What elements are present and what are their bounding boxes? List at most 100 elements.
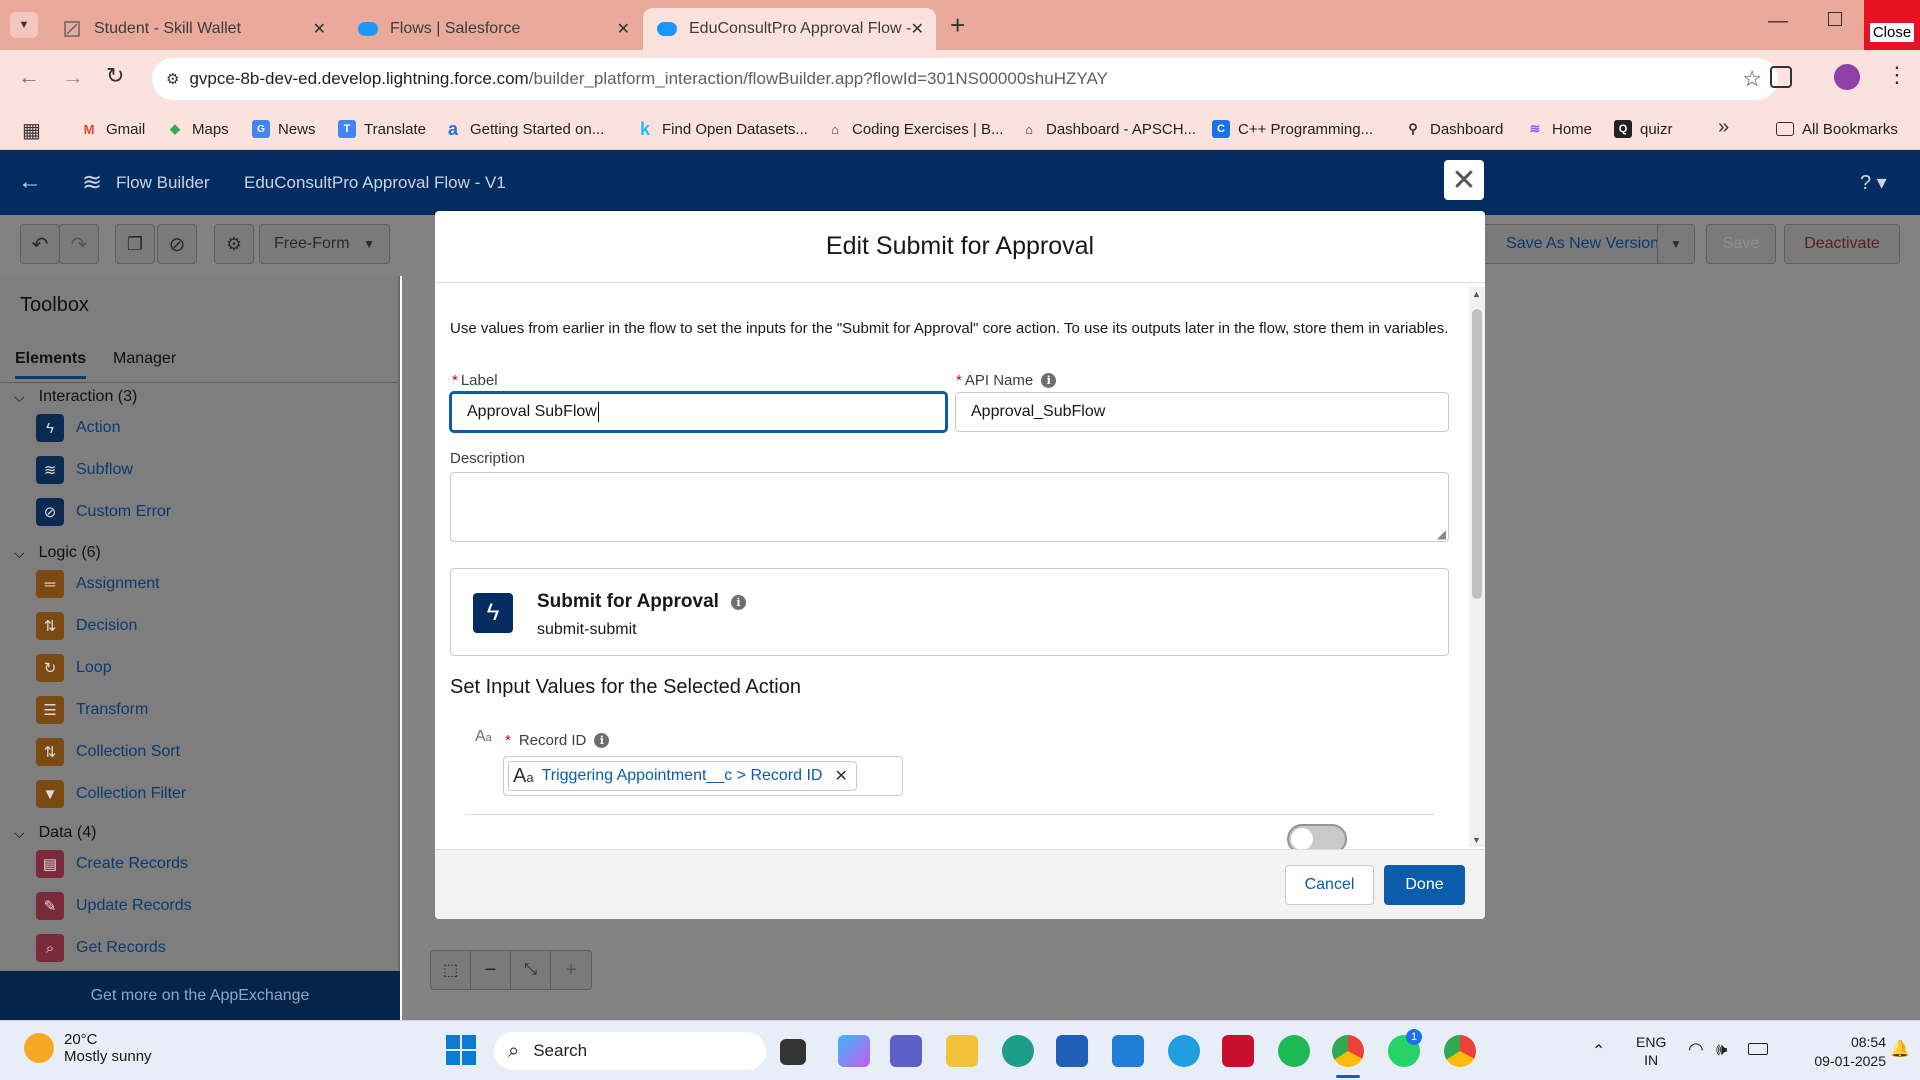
element-assignment[interactable]: ═ Assignment: [36, 570, 160, 598]
address-bar[interactable]: ⚙ gvpce-8b-dev-ed.develop.lightning.forc…: [152, 58, 1778, 100]
more-bookmarks-icon[interactable]: »: [1718, 116, 1729, 139]
copy-icon[interactable]: ❐: [115, 224, 155, 264]
element-action[interactable]: ϟ Action: [36, 414, 120, 442]
bookmark-datasets[interactable]: k Find Open Datasets...: [636, 116, 808, 142]
profile-avatar[interactable]: [1834, 64, 1860, 90]
scrollbar-thumb[interactable]: [1472, 309, 1482, 599]
tab-search-icon[interactable]: ▼: [10, 12, 38, 38]
api-name-input[interactable]: Approval_SubFlow: [955, 392, 1449, 432]
forward-icon[interactable]: →: [62, 64, 84, 90]
element-collection-filter[interactable]: ▼ Collection Filter: [36, 780, 186, 808]
scroll-up-icon[interactable]: ▲: [1472, 289, 1481, 299]
all-bookmarks[interactable]: All Bookmarks: [1776, 116, 1898, 142]
close-tab-icon[interactable]: ✕: [313, 19, 326, 39]
teams-icon[interactable]: [890, 1035, 922, 1067]
tab-elements[interactable]: Elements: [15, 350, 87, 379]
bookmark-coding[interactable]: ⌂ Coding Exercises | B...: [826, 116, 1003, 142]
edge-icon[interactable]: [1002, 1035, 1034, 1067]
info-icon[interactable]: i: [730, 594, 746, 610]
modal-scrollbar[interactable]: ▲ ▼: [1469, 287, 1485, 847]
info-icon[interactable]: i: [594, 733, 610, 748]
info-icon[interactable]: i: [1041, 373, 1057, 388]
tab-flows-salesforce[interactable]: Flows | Salesforce ✕: [344, 8, 642, 50]
chrome-icon[interactable]: [1332, 1035, 1364, 1067]
minimize-icon[interactable]: —: [1768, 10, 1788, 33]
volume-icon[interactable]: 🕪: [1716, 1039, 1727, 1060]
start-windows-icon[interactable]: [446, 1035, 476, 1065]
element-subflow[interactable]: ≋ Subflow: [36, 456, 133, 484]
language-indicator[interactable]: ENG IN: [1636, 1033, 1666, 1069]
element-get-records[interactable]: ⌕ Get Records: [36, 934, 166, 962]
store-icon[interactable]: [1056, 1035, 1088, 1067]
redo-icon[interactable]: ↷: [59, 224, 99, 264]
bookmark-dashboard-apsch[interactable]: ⌂ Dashboard - APSCH...: [1020, 116, 1196, 142]
scroll-down-icon[interactable]: ▼: [1472, 835, 1481, 845]
resize-handle-icon[interactable]: ◢: [1437, 527, 1446, 541]
clock[interactable]: 08:54 09-01-2025: [1786, 1033, 1886, 1071]
reload-icon[interactable]: ↻: [106, 63, 124, 89]
apps-grid-icon[interactable]: ▦: [22, 118, 41, 143]
site-settings-icon[interactable]: ⚙: [166, 70, 179, 88]
bookmark-dashboard[interactable]: ⚲ Dashboard: [1404, 116, 1503, 142]
support-icon[interactable]: [1168, 1035, 1200, 1067]
zoom-out-icon[interactable]: −: [471, 951, 511, 989]
description-textarea[interactable]: ◢: [450, 472, 1449, 542]
hp-icon[interactable]: [1112, 1035, 1144, 1067]
bookmark-cpp[interactable]: C C++ Programming...: [1212, 116, 1373, 142]
restore-icon[interactable]: [1828, 12, 1842, 26]
wifi-icon[interactable]: ◠: [1688, 1039, 1704, 1060]
deactivate-button[interactable]: Deactivate: [1784, 224, 1900, 264]
delete-icon[interactable]: ⊘: [157, 224, 197, 264]
bookmark-translate[interactable]: T Translate: [338, 116, 426, 142]
bookmark-getting-started[interactable]: a Getting Started on...: [444, 116, 604, 142]
section-interaction[interactable]: ⌵ Interaction (3): [14, 388, 137, 406]
zoom-in-icon[interactable]: +: [551, 951, 591, 989]
extensions-icon[interactable]: [1770, 66, 1792, 88]
element-decision[interactable]: ⇅ Decision: [36, 612, 137, 640]
element-loop[interactable]: ↻ Loop: [36, 654, 112, 682]
appexchange-link[interactable]: Get more on the AppExchange: [0, 971, 400, 1020]
bookmark-news[interactable]: G News: [252, 116, 316, 142]
tab-approval-flow[interactable]: EduConsultPro Approval Flow - ✕: [643, 8, 936, 50]
element-collection-sort[interactable]: ⇅ Collection Sort: [36, 738, 180, 766]
bookmark-star-icon[interactable]: ☆: [1742, 66, 1762, 92]
weather-widget[interactable]: 20°C Mostly sunny: [24, 1031, 152, 1065]
help-icon[interactable]: ? ▾: [1860, 170, 1887, 195]
undo-icon[interactable]: ↶: [20, 224, 60, 264]
window-close-button[interactable]: Close: [1864, 0, 1920, 50]
tray-overflow-icon[interactable]: ⌃: [1592, 1041, 1605, 1061]
bookmark-quizr[interactable]: Qquizr: [1614, 116, 1673, 142]
spotify-icon[interactable]: [1278, 1035, 1310, 1067]
select-elements-icon[interactable]: ⬚: [431, 951, 471, 989]
task-view-icon[interactable]: [780, 1039, 806, 1065]
file-explorer-icon[interactable]: [946, 1035, 978, 1067]
back-arrow-icon[interactable]: ←: [18, 168, 42, 196]
back-icon[interactable]: ←: [18, 64, 40, 90]
modal-close-button[interactable]: ✕: [1444, 160, 1484, 200]
mcafee-icon[interactable]: [1222, 1035, 1254, 1067]
settings-icon[interactable]: ⚙: [214, 224, 254, 264]
cancel-button[interactable]: Cancel: [1285, 865, 1374, 905]
section-data[interactable]: ⌵ Data (4): [14, 824, 96, 842]
resource-pill[interactable]: Aa Triggering Appointment__c > Record ID…: [508, 761, 857, 791]
tab-manager[interactable]: Manager: [113, 350, 176, 368]
remove-pill-icon[interactable]: ✕: [834, 766, 847, 786]
chrome-profile-icon[interactable]: [1444, 1035, 1476, 1067]
bookmark-gmail[interactable]: M Gmail: [80, 116, 146, 142]
taskbar-search[interactable]: ⌕ Search: [494, 1032, 766, 1070]
record-id-input[interactable]: Aa Triggering Appointment__c > Record ID…: [503, 756, 903, 796]
done-button[interactable]: Done: [1384, 865, 1465, 905]
close-tab-icon[interactable]: ✕: [911, 19, 924, 39]
save-button[interactable]: Save: [1706, 224, 1776, 264]
element-custom-error[interactable]: ⊘ Custom Error: [36, 498, 171, 526]
bookmark-home[interactable]: ≋ Home: [1526, 116, 1592, 142]
tab-skill-wallet[interactable]: Student - Skill Wallet ✕: [48, 8, 338, 50]
bookmark-maps[interactable]: ◆ Maps: [166, 116, 229, 142]
browser-menu-icon[interactable]: ⋮: [1886, 62, 1908, 88]
label-input[interactable]: Approval SubFlow: [450, 392, 947, 432]
save-options-button[interactable]: ▼: [1657, 224, 1695, 264]
new-tab-icon[interactable]: +: [950, 10, 965, 41]
layout-mode-select[interactable]: Free-Form ▼: [259, 224, 390, 264]
battery-icon[interactable]: [1748, 1043, 1768, 1055]
element-transform[interactable]: ☰ Transform: [36, 696, 148, 724]
